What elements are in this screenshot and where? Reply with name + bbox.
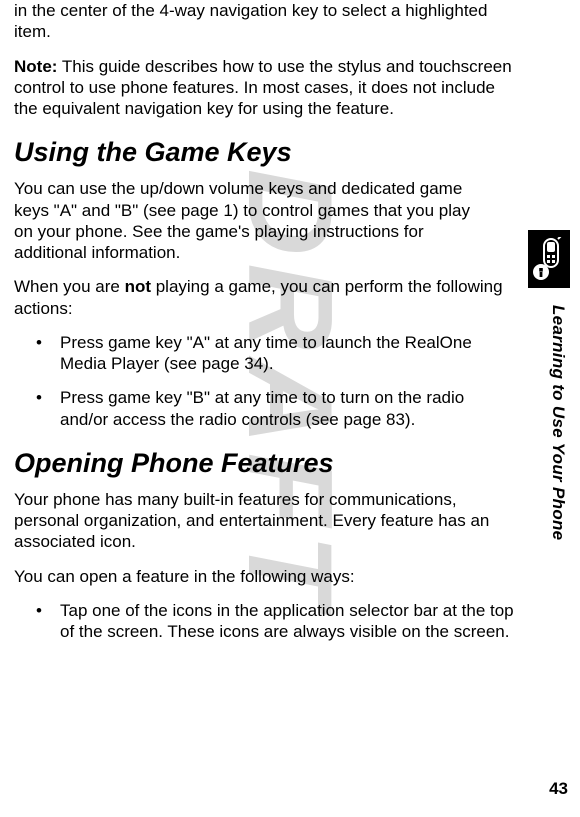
note-label: Note: [14,57,57,76]
opening-paragraph-2: You can open a feature in the following … [14,566,514,587]
heading-opening-features: Opening Phone Features [14,448,514,479]
intro-continuation: in the center of the 4-way navigation ke… [14,0,514,43]
note-text: This guide describes how to use the styl… [14,57,512,119]
page-body: in the center of the 4-way navigation ke… [0,0,580,817]
note-paragraph: Note: This guide describes how to use th… [14,56,514,120]
bullet-game-b: Press game key "B" at any time to to tur… [14,387,514,430]
opening-paragraph-1: Your phone has many built-in features fo… [14,489,514,553]
heading-game-keys: Using the Game Keys [14,137,514,168]
game-keys-paragraph-2: When you are not playing a game, you can… [14,276,514,319]
bullet-game-a: Press game key "A" at any time to launch… [14,332,514,375]
game-keys-paragraph-1: You can use the up/down volume keys and … [14,178,474,263]
game-keys-p2-bold: not [125,277,151,296]
game-keys-p2-a: When you are [14,277,125,296]
bullet-open-1: Tap one of the icons in the application … [14,600,514,643]
